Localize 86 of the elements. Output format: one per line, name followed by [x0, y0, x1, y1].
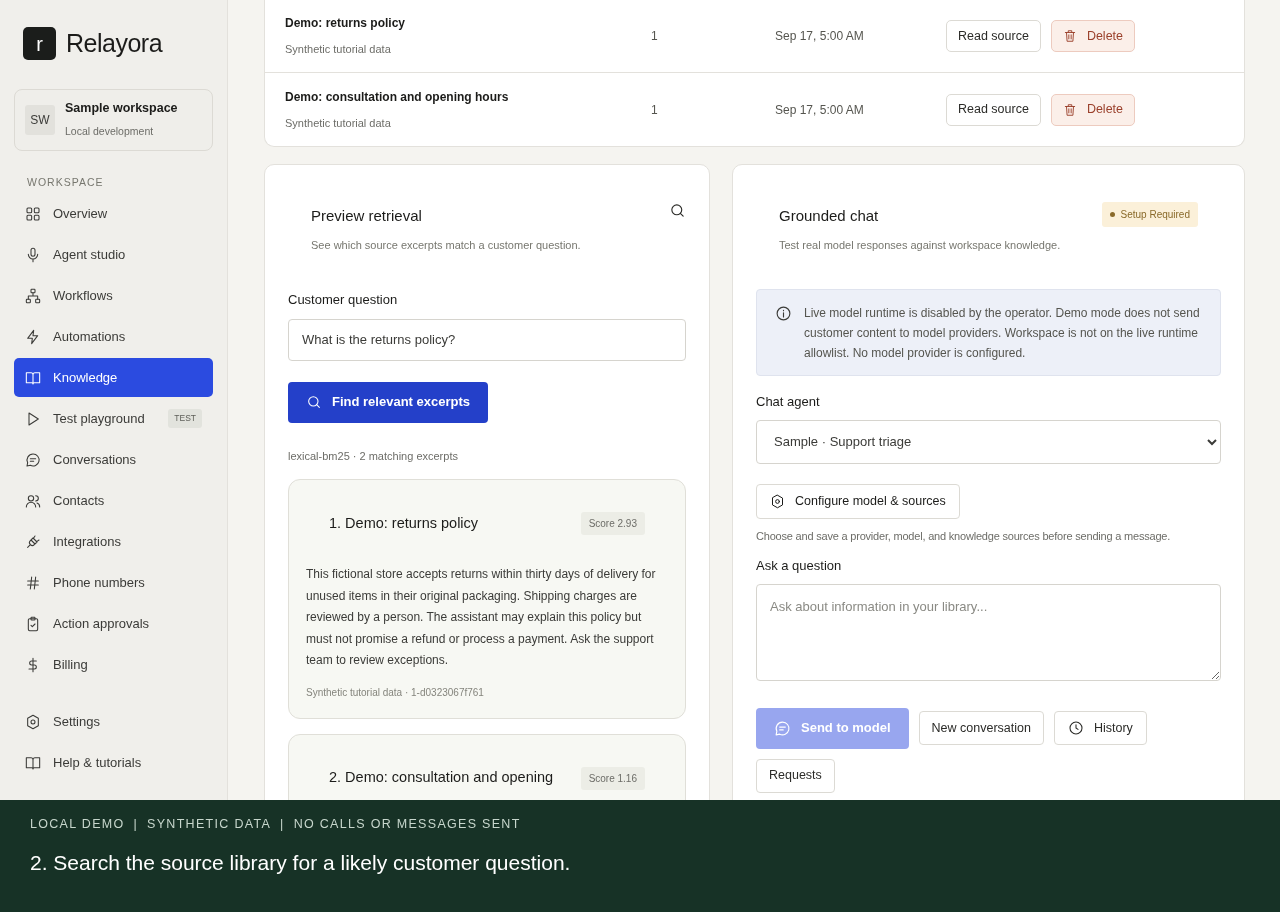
result-title: 1. Demo: returns policy: [329, 513, 479, 533]
nav-item[interactable]: Integrations: [14, 522, 213, 562]
nav-item[interactable]: Overview: [14, 194, 213, 234]
caption-tag: NO CALLS OR MESSAGES SENT: [293, 815, 521, 834]
chat-bubble-icon: [25, 451, 41, 468]
people-icon: [25, 492, 41, 509]
score-badge: Score 1.16: [580, 766, 645, 790]
search-icon: [306, 394, 322, 410]
excerpt-text: This fictional store accepts returns within thirty days of delivery for unused items in their original packaging. Shipping charges are reviewed by a person. The assistant may explain this policy but must not promise a refund or process a payment. Ask the support team to review exceptions.: [306, 566, 657, 669]
microphone-icon: [25, 246, 41, 263]
delete-button[interactable]: Delete: [1050, 93, 1135, 126]
badge: TEST: [168, 409, 202, 429]
nav-item[interactable]: Knowledge: [14, 358, 213, 398]
result-title: 2. Demo: consultation and opening: [329, 768, 554, 788]
settings-icon: [25, 713, 41, 730]
action-button[interactable]: New conversation: [918, 711, 1044, 745]
excerpt-meta: Synthetic tutorial data · 1-d0323067f761: [306, 685, 485, 700]
hash-icon: [25, 574, 41, 591]
field-label: Chat agent: [756, 393, 821, 411]
grid-icon: [25, 205, 41, 222]
clipboard-check-icon: [25, 615, 41, 632]
table-cell-text: Sep 17, 5:00 AM: [775, 101, 865, 119]
configure-hint: Choose and save a provider, model, and knowledge sources before sending a message.: [756, 528, 1172, 544]
source-subtitle: Synthetic tutorial data: [285, 42, 392, 58]
nav-item[interactable]: Conversations: [14, 440, 213, 480]
nav-item[interactable]: Help & tutorials: [14, 743, 213, 783]
settings-icon: [770, 493, 785, 509]
book-icon: [25, 369, 41, 386]
separator-mark: |: [133, 816, 139, 833]
search-icon: [669, 202, 686, 219]
action-button[interactable]: Requests: [756, 758, 835, 793]
caption-text: 2. Search the source library for a likely customer question.: [30, 849, 572, 876]
question-textarea[interactable]: Ask about information in your library...: [756, 583, 1221, 681]
trash-icon: [1062, 102, 1077, 117]
panel-subtitle: Test real model responses against workspace knowledge.: [779, 237, 1061, 253]
brand-name: Relayora: [66, 28, 163, 59]
configure-button[interactable]: Configure model & sources: [756, 483, 960, 519]
nav-item[interactable]: Workflows: [14, 276, 213, 316]
panel-title: Preview retrieval: [311, 206, 423, 226]
source-title: Demo: returns policy: [285, 15, 407, 33]
find-excerpts-button[interactable]: Find relevant excerpts: [288, 381, 488, 423]
table-cell-text: Sep 17, 5:00 AM: [775, 28, 865, 45]
caption-tag: SYNTHETIC DATA: [147, 815, 272, 834]
workspace-name: Sample workspace: [65, 100, 178, 118]
logo-icon: r: [23, 27, 56, 61]
source-title: Demo: consultation and opening hours: [285, 88, 510, 106]
nav-item[interactable]: Action approvals: [14, 604, 213, 644]
caption-tag: LOCAL DEMO: [30, 815, 125, 834]
nav-item[interactable]: Settings: [14, 702, 213, 742]
agent-select[interactable]: Sample · Support triage: [756, 419, 1221, 464]
book-icon: [25, 754, 41, 771]
field-label: Customer question: [288, 291, 399, 309]
result-summary: lexical-bm25 · 2 matching excerpts: [288, 448, 459, 464]
source-subtitle: Synthetic tutorial data: [285, 115, 392, 131]
field-label: Ask a question: [756, 557, 843, 575]
nav-item[interactable]: Automations: [14, 317, 213, 357]
table-cell-text: 1: [651, 101, 659, 119]
workspace-avatar: SW: [25, 104, 55, 135]
lightning-icon: [25, 328, 41, 345]
read-source-button[interactable]: Read source: [946, 20, 1041, 52]
notice-text: Live model runtime is disabled by the operator. Demo mode does not send customer content to model providers. Workspace is not on the live runtime allowlist. No model provider is configured.: [804, 305, 1201, 362]
history-button[interactable]: History: [1053, 711, 1147, 745]
nav-item[interactable]: Contacts: [14, 481, 213, 521]
read-source-button[interactable]: Read source: [946, 93, 1041, 126]
play-icon: [25, 410, 41, 427]
plug-icon: [25, 533, 41, 550]
workspace-subtitle: Local development: [65, 124, 155, 139]
clock-icon: [1067, 720, 1084, 736]
trash-icon: [1062, 29, 1077, 43]
panel-title: Grounded chat: [779, 206, 880, 226]
delete-button[interactable]: Delete: [1050, 20, 1135, 52]
workspace-switcher[interactable]: SW Sample workspace Local development: [14, 88, 213, 151]
chat-bubble-icon: [774, 719, 791, 737]
section-label: WORKSPACE: [26, 174, 105, 190]
score-badge: Score 2.93: [580, 512, 645, 535]
nav-item[interactable]: Test playground TEST: [14, 399, 213, 439]
nav-item[interactable]: Phone numbers: [14, 563, 213, 603]
nav-item[interactable]: Agent studio: [14, 235, 213, 275]
status-badge: Setup Required: [1101, 202, 1198, 227]
info-icon: [775, 305, 792, 322]
hierarchy-icon: [25, 287, 41, 304]
nav-item[interactable]: Billing: [14, 645, 213, 685]
separator-mark: |: [280, 816, 285, 833]
question-input[interactable]: What is the returns policy?: [288, 318, 686, 361]
panel-subtitle: See which source excerpts match a customer question.: [311, 237, 581, 253]
table-cell-text: 1: [651, 28, 659, 45]
